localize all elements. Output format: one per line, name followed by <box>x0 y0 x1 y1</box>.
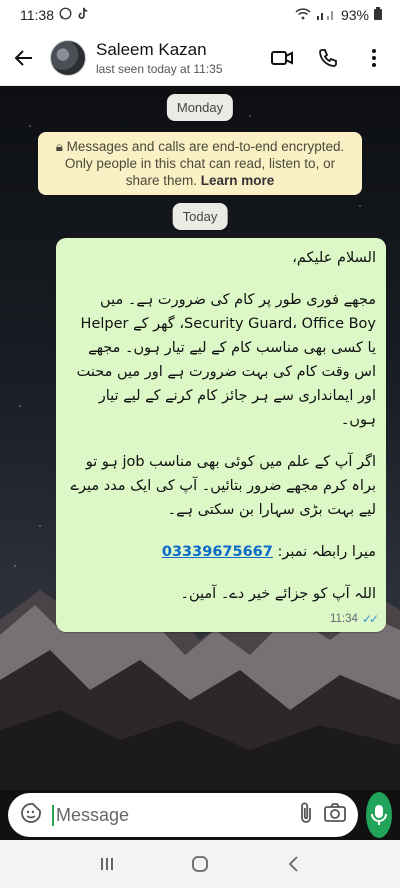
message-time: 11:34 <box>329 613 358 625</box>
voice-call-button[interactable] <box>316 46 340 70</box>
chevron-left-icon <box>289 856 298 872</box>
phone-number-link[interactable]: 03339675667 <box>162 544 273 560</box>
video-call-icon <box>271 50 293 65</box>
contact-name: Saleem Kazan <box>96 39 207 59</box>
message-input-container <box>8 793 358 837</box>
last-seen: last seen today at 11:35 <box>96 61 223 76</box>
whatsapp-icon <box>59 7 72 23</box>
sticker-button[interactable] <box>20 802 42 829</box>
video-call-button[interactable] <box>270 46 294 70</box>
status-time: 11:38 <box>20 7 54 23</box>
status-bar: 11:38 93% <box>0 0 400 30</box>
phone-icon <box>319 48 337 67</box>
home-icon <box>192 856 208 872</box>
date-pill-today: Today <box>172 203 228 230</box>
battery-icon <box>374 7 382 23</box>
system-nav-bar <box>0 840 400 888</box>
contact-info[interactable]: Saleem Kazan last seen today at 11:35 <box>96 40 270 76</box>
message-input[interactable] <box>52 804 288 826</box>
camera-icon <box>324 802 346 822</box>
back-button[interactable] <box>8 38 40 78</box>
message-paragraph-2: اگر آپ کے علم میں کوئی بھی مناسب job ہو … <box>70 454 376 518</box>
mic-button[interactable] <box>366 792 392 838</box>
tiktok-icon <box>77 7 89 23</box>
double-check-icon: ✓✓ <box>361 612 379 626</box>
contact-label: میرا رابطہ نمبر: <box>277 544 376 560</box>
more-vert-icon <box>372 48 376 67</box>
learn-more-link[interactable]: Learn more <box>201 173 275 188</box>
arrow-left-icon <box>14 49 32 66</box>
paperclip-icon <box>301 802 311 823</box>
lock-icon: 🔒︎ <box>55 139 63 154</box>
sticker-icon <box>21 802 41 823</box>
attach-button[interactable] <box>298 801 314 830</box>
recents-icon <box>100 858 113 870</box>
message-closing: اللہ آپ کو جزائے خیر دے۔ آمین۔ <box>180 586 377 602</box>
recents-button[interactable] <box>87 849 127 879</box>
chat-header: Saleem Kazan last seen today at 11:35 <box>0 30 400 86</box>
message-greeting: السلام علیکم، <box>292 250 376 266</box>
battery-percent: 93% <box>340 7 369 23</box>
message-meta: 11:34 ✓✓ <box>68 612 379 626</box>
camera-button[interactable] <box>324 802 346 828</box>
home-button[interactable] <box>180 849 220 879</box>
mic-icon <box>371 805 387 825</box>
message-contact-line: میرا رابطہ نمبر: 03339675667 <box>68 540 376 564</box>
message-bubble[interactable]: السلام علیکم، مجھے فوری طور پر کام کی ضر… <box>56 238 386 632</box>
signal-icon <box>316 8 336 23</box>
message-paragraph-1: مجھے فوری طور پر کام کی ضرورت ہے۔ میں Se… <box>76 292 376 428</box>
composer <box>0 790 400 840</box>
message-text: السلام علیکم، مجھے فوری طور پر کام کی ضر… <box>68 246 376 606</box>
wifi-icon <box>295 7 311 23</box>
avatar[interactable] <box>50 39 86 76</box>
date-pill-monday: Monday <box>166 94 234 121</box>
back-nav-button[interactable] <box>273 849 313 879</box>
more-options-button[interactable] <box>362 46 386 70</box>
encryption-notice[interactable]: 🔒︎ Messages and calls are end-to-end enc… <box>38 132 362 195</box>
chat-area[interactable]: Monday 🔒︎ Messages and calls are end-to-… <box>0 86 400 790</box>
